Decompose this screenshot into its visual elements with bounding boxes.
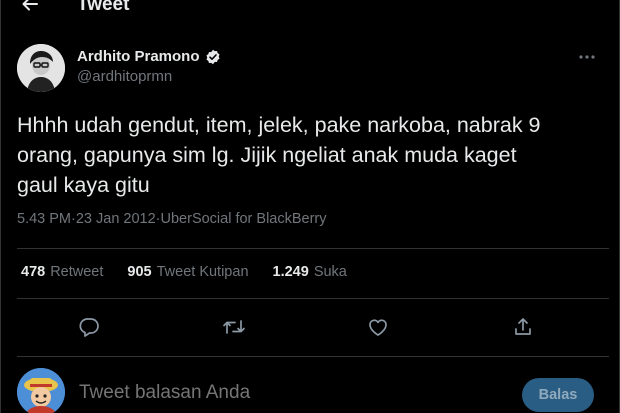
reply-submit-button[interactable]: Balas <box>522 378 594 412</box>
retweet-icon <box>223 320 245 334</box>
page-title: Tweet <box>77 0 130 15</box>
like-count[interactable]: 1.249 Suka <box>273 264 347 280</box>
tweet-author: Ardhito Pramono @ardhitoprmn <box>17 42 607 94</box>
heart-icon <box>369 319 387 336</box>
quote-count-label: Tweet Kutipan <box>156 264 249 280</box>
retweet-count[interactable]: 478 Retweet <box>21 264 103 280</box>
share-icon <box>515 318 531 335</box>
like-count-label: Suka <box>313 264 347 280</box>
like-button[interactable] <box>363 312 393 342</box>
more-horizontal-icon[interactable] <box>573 46 601 68</box>
reply-composer: Balas <box>17 368 607 413</box>
like-count-value: 1.249 <box>272 264 309 280</box>
user-avatar-icon <box>17 368 65 413</box>
avatar[interactable] <box>17 44 65 92</box>
share-button[interactable] <box>508 312 538 342</box>
tweet-date[interactable]: 23 Jan 2012 <box>76 211 156 227</box>
retweet-button[interactable] <box>219 312 249 342</box>
retweet-count-label: Retweet <box>50 264 104 280</box>
tweet-time[interactable]: 5.43 PM <box>17 211 71 227</box>
quote-count-value: 905 <box>127 264 152 280</box>
author-handle[interactable]: @ardhitoprmn <box>77 68 221 85</box>
avatar[interactable] <box>17 368 65 413</box>
avatar-portrait-icon <box>17 44 65 92</box>
tweet-source[interactable]: UberSocial for BlackBerry <box>161 211 327 227</box>
tweet-actions <box>1 312 620 342</box>
divider <box>17 298 609 299</box>
tweet-detail-page: Tweet Ardhito Pramono @ardhitoprmn Hhhh … <box>0 0 620 413</box>
reply-icon <box>79 318 99 337</box>
back-button[interactable] <box>15 0 45 18</box>
tweet-stats: 478 Retweet 905 Tweet Kutipan 1.249 Suka <box>21 264 347 280</box>
quote-count[interactable]: 905 Tweet Kutipan <box>127 264 248 280</box>
reply-button[interactable] <box>74 312 104 342</box>
verified-badge-icon <box>205 49 221 65</box>
arrow-left-icon <box>22 0 38 11</box>
divider <box>17 356 609 357</box>
divider <box>17 248 609 249</box>
reply-input[interactable] <box>79 382 439 404</box>
tweet-meta: 5.43 PM · 23 Jan 2012 · UberSocial for B… <box>17 211 327 227</box>
author-names: Ardhito Pramono @ardhitoprmn <box>77 48 221 85</box>
display-name[interactable]: Ardhito Pramono <box>77 48 200 65</box>
page-header: Tweet <box>1 0 620 18</box>
display-name-row: Ardhito Pramono <box>77 48 221 65</box>
tweet-text: Hhhh udah gendut, item, jelek, pake nark… <box>17 113 541 197</box>
retweet-count-value: 478 <box>21 264 46 280</box>
